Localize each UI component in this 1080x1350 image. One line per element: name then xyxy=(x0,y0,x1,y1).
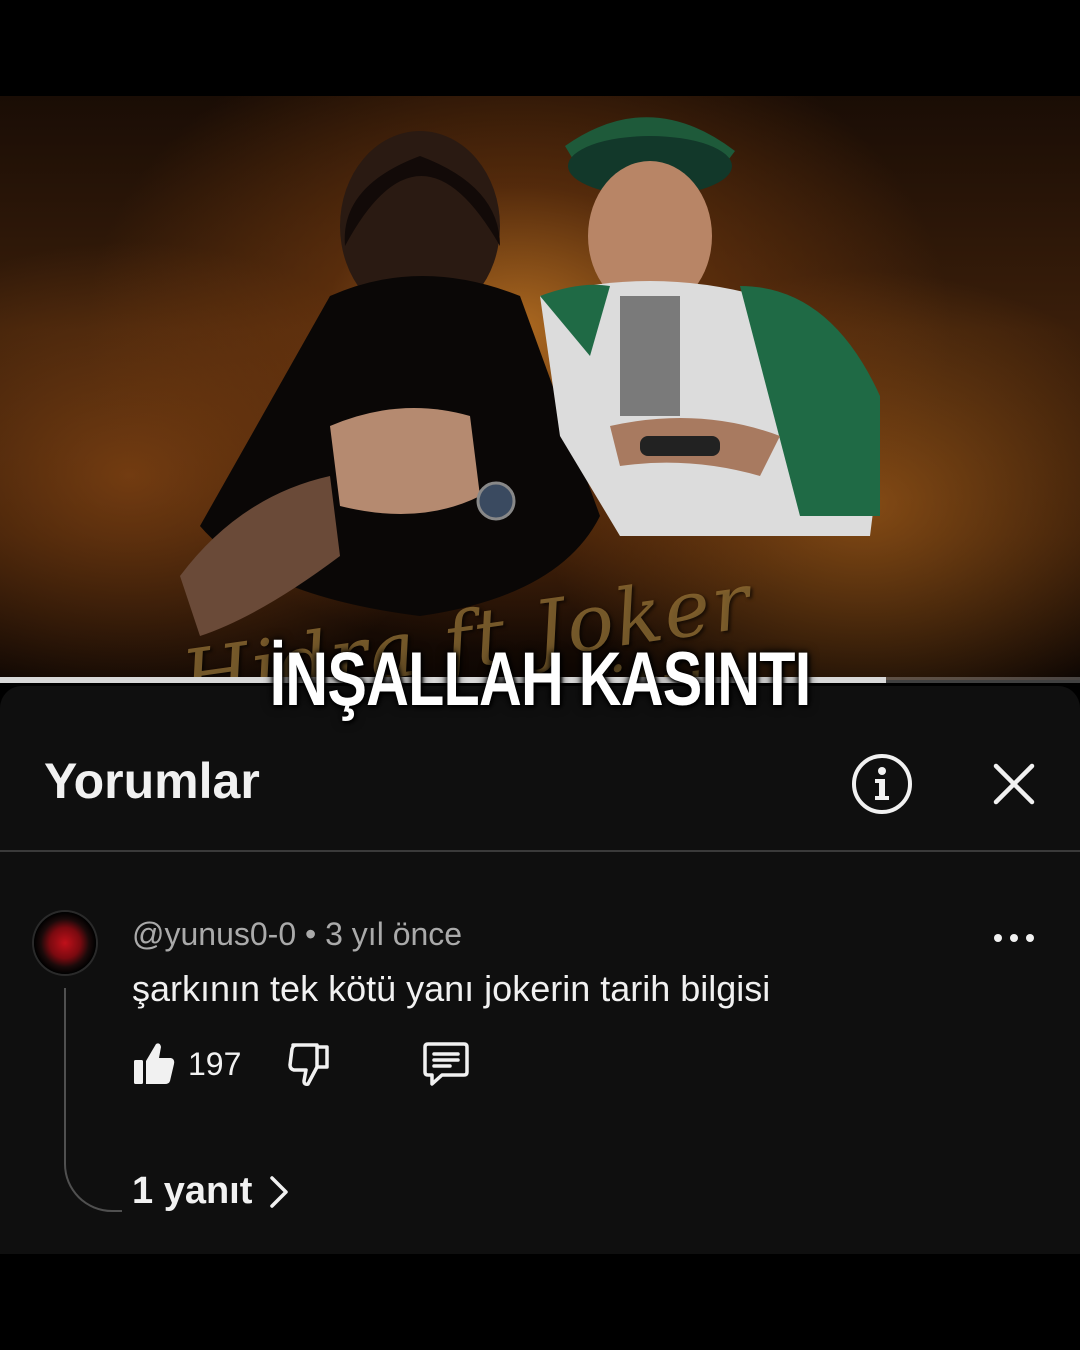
replies-label: 1 yanıt xyxy=(132,1170,253,1212)
thumbs-down-icon xyxy=(288,1043,329,1086)
comment-meta: @yunus0-0 • 3 yıl önce xyxy=(132,916,462,953)
more-dot-icon xyxy=(1010,934,1018,942)
comments-panel: Yorumlar @yunus0-0 • 3 yıl önce şarkının… xyxy=(0,686,1080,1254)
thread-connector xyxy=(64,988,122,1212)
info-button[interactable] xyxy=(850,752,914,816)
comments-title: Yorumlar xyxy=(44,753,260,809)
thumbs-up-icon xyxy=(134,1043,175,1084)
close-icon xyxy=(993,763,1035,805)
comment-bubble-icon xyxy=(423,1042,469,1086)
comment-author[interactable]: @yunus0-0 xyxy=(132,916,296,952)
more-options-button[interactable] xyxy=(994,928,1034,948)
view-replies-button[interactable]: 1 yanıt xyxy=(132,1170,290,1213)
meta-separator: • xyxy=(305,916,317,952)
avatar[interactable] xyxy=(34,912,96,974)
comment-text: şarkının tek kötü yanı jokerin tarih bil… xyxy=(132,968,771,1009)
like-count: 197 xyxy=(188,1046,242,1082)
chevron-right-icon xyxy=(268,1175,290,1209)
overlay-caption: İNŞALLAH KASINTI xyxy=(269,637,812,722)
more-dot-icon xyxy=(994,934,1002,942)
like-button[interactable] xyxy=(132,1040,176,1088)
info-circle-icon xyxy=(852,754,912,814)
video-thumbnail[interactable]: Hidra ft Joker İyi ya da kötü xyxy=(0,96,1080,680)
dislike-button[interactable] xyxy=(286,1040,332,1088)
reply-button[interactable] xyxy=(422,1040,470,1088)
screen: Hidra ft Joker İyi ya da kötü İNŞALLAH K… xyxy=(0,0,1080,1350)
comment-time: 3 yıl önce xyxy=(325,916,463,952)
close-button[interactable] xyxy=(984,752,1044,816)
more-dot-icon xyxy=(1026,934,1034,942)
